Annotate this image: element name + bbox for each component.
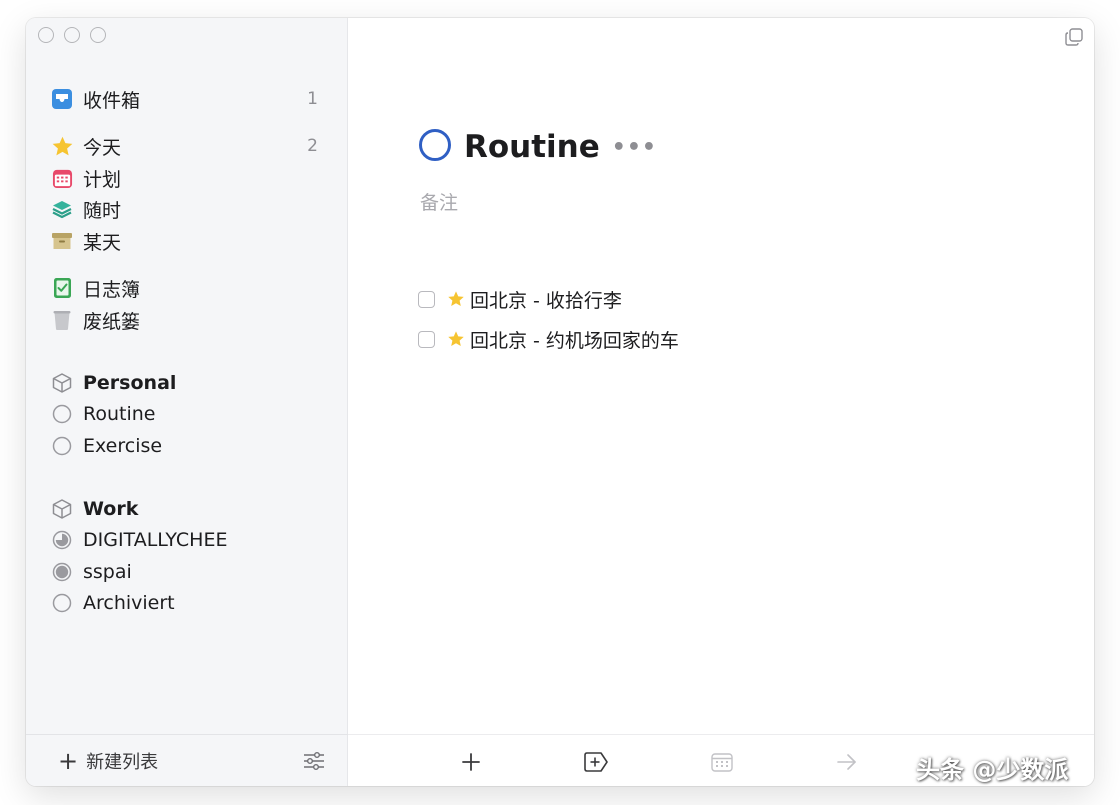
sidebar-item-label: 随时 (83, 199, 122, 222)
project-header: Routine ••• (418, 128, 657, 166)
project-ring-icon[interactable] (418, 128, 452, 166)
area-label: Personal (83, 372, 177, 394)
sidebar-project-sspai[interactable]: sspai (50, 557, 326, 587)
window-controls (38, 27, 106, 43)
project-circle-icon (50, 591, 74, 615)
task-checkbox[interactable] (418, 290, 435, 308)
sidebar-area-work[interactable]: Work (50, 494, 326, 524)
plus-icon: + (58, 746, 79, 775)
sidebar-item-label: 今天 (83, 136, 122, 159)
area-label: Work (83, 498, 139, 520)
calendar-when-icon[interactable] (709, 749, 735, 775)
today-count: 2 (307, 136, 318, 156)
sidebar-project-exercise[interactable]: Exercise (50, 431, 326, 461)
sidebar-item-label: 废纸篓 (83, 310, 141, 333)
area-box-icon (50, 371, 74, 395)
task-title: 回北京 - 约机场回家的车 (470, 329, 679, 352)
logbook-icon (50, 276, 74, 300)
close-window-button[interactable] (38, 27, 54, 43)
layers-icon (50, 197, 74, 221)
sidebar-item-label: 某天 (83, 231, 122, 254)
star-icon (447, 290, 465, 308)
new-heading-button[interactable] (583, 749, 609, 775)
page-title[interactable]: Routine (464, 129, 600, 165)
project-label: Archiviert (83, 592, 175, 614)
inbox-icon (50, 87, 74, 111)
inbox-count: 1 (307, 89, 318, 109)
sidebar-project-routine[interactable]: Routine (49, 398, 326, 430)
project-circle-icon (50, 402, 74, 426)
sidebar-item-label: 计划 (83, 168, 122, 191)
archive-box-icon (50, 229, 74, 253)
new-todo-button[interactable] (458, 749, 484, 775)
sidebar-item-label: 日志簿 (83, 278, 141, 301)
zoom-window-button[interactable] (90, 27, 106, 43)
task-checkbox[interactable] (418, 330, 435, 348)
task-row[interactable]: 回北京 - 收拾行李 (418, 285, 622, 313)
sidebar-item-today[interactable]: 今天 2 (50, 131, 326, 161)
sidebar-project-archiviert[interactable]: Archiviert (50, 588, 326, 618)
minimize-window-button[interactable] (64, 27, 80, 43)
move-arrow-icon[interactable] (834, 749, 860, 775)
area-box-icon (50, 497, 74, 521)
project-label: Exercise (83, 435, 163, 457)
task-row[interactable]: 回北京 - 约机场回家的车 (418, 325, 679, 353)
sidebar: 收件箱 1 今天 2 计划 随时 某天 日志簿 废纸篓 Personal Rou… (26, 18, 348, 786)
watermark-text: 头条 @少数派 (916, 756, 1069, 784)
trash-icon (50, 308, 74, 332)
sidebar-item-upcoming[interactable]: 计划 (50, 163, 326, 193)
project-label: DIGITALLYCHEE (83, 529, 228, 551)
sidebar-project-digitallychee[interactable]: DIGITALLYCHEE (50, 525, 326, 555)
project-label: Routine (83, 403, 156, 425)
star-icon (50, 134, 74, 158)
sidebar-item-trash[interactable]: 废纸篓 (50, 305, 326, 335)
sidebar-item-logbook[interactable]: 日志簿 (50, 273, 326, 303)
sidebar-item-someday[interactable]: 某天 (50, 226, 326, 256)
project-label: sspai (83, 561, 132, 583)
main-content: Routine ••• 备注 回北京 - 收拾行李 回北京 - 约机场回家的车 (348, 18, 1094, 786)
filter-settings-icon[interactable] (302, 749, 326, 773)
task-title: 回北京 - 收拾行李 (470, 289, 622, 312)
sidebar-item-anytime[interactable]: 随时 (50, 194, 326, 224)
sidebar-item-inbox[interactable]: 收件箱 1 (50, 84, 326, 114)
project-progress-icon (50, 528, 74, 552)
project-progress-icon (50, 560, 74, 584)
copy-window-icon[interactable] (1064, 27, 1086, 49)
star-icon (447, 330, 465, 348)
sidebar-area-personal[interactable]: Personal (50, 368, 326, 398)
sidebar-item-label: 收件箱 (83, 89, 141, 112)
app-window: 收件箱 1 今天 2 计划 随时 某天 日志簿 废纸篓 Personal Rou… (26, 18, 1094, 786)
calendar-icon (50, 166, 74, 190)
new-list-button[interactable]: + 新建列表 (58, 748, 158, 774)
new-list-label: 新建列表 (86, 751, 159, 773)
project-circle-icon (50, 434, 74, 458)
notes-field[interactable]: 备注 (420, 188, 458, 215)
more-options-button[interactable]: ••• (612, 135, 657, 160)
sidebar-footer: + 新建列表 (26, 734, 348, 786)
